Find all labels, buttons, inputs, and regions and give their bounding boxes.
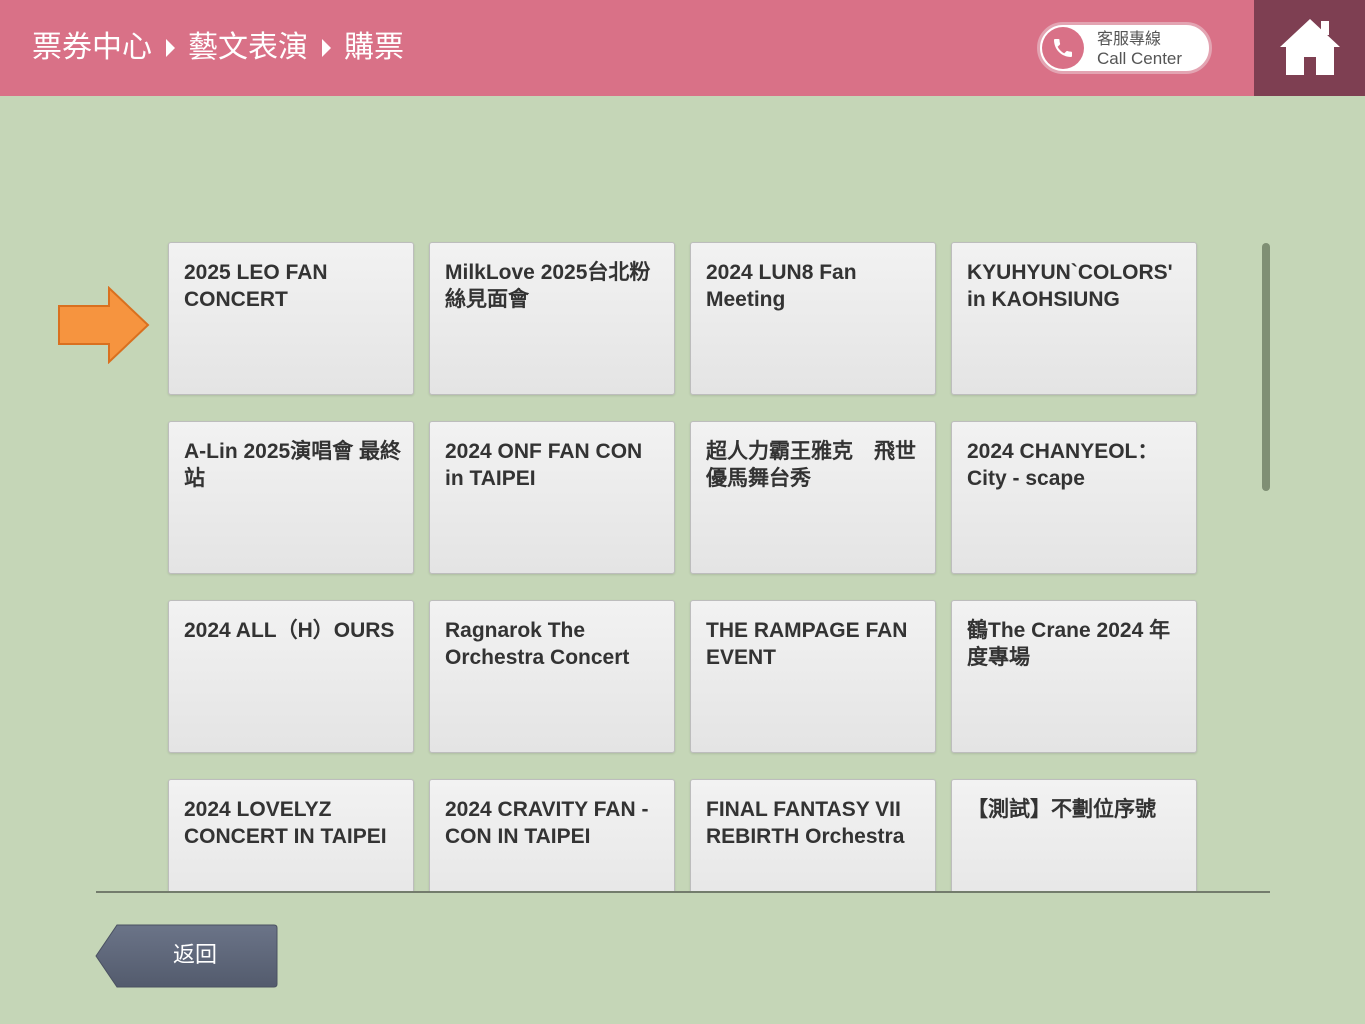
scrollbar[interactable] [1262, 243, 1270, 891]
event-card[interactable]: 2024 CHANYEOL：City - scape [951, 421, 1197, 574]
event-card[interactable]: THE RAMPAGE FAN EVENT [690, 600, 936, 753]
event-card[interactable]: FINAL FANTASY VII REBIRTH Orchestra [690, 779, 936, 891]
event-card-title: FINAL FANTASY VII REBIRTH Orchestra [706, 798, 905, 848]
event-card[interactable]: 【測試】不劃位序號 [951, 779, 1197, 891]
event-card-title: 2024 CHANYEOL：City - scape [967, 440, 1159, 490]
breadcrumb-separator-icon [322, 39, 331, 57]
event-card[interactable]: 2024 ALL（H）OURS [168, 600, 414, 753]
event-card[interactable]: 2024 LOVELYZ CONCERT IN TAIPEI [168, 779, 414, 891]
call-center-label-zh: 客服專線 [1097, 29, 1162, 48]
event-card-title: 2024 ALL（H）OURS [184, 619, 395, 642]
breadcrumb-performances[interactable]: 藝文表演 [188, 28, 308, 68]
scrollbar-thumb[interactable] [1262, 243, 1270, 491]
event-card-title: Ragnarok The Orchestra Concert [445, 619, 630, 669]
event-card[interactable]: MilkLove 2025台北粉絲見面會 [429, 242, 675, 395]
call-center-label-en: Call Center [1097, 49, 1183, 68]
event-card[interactable]: KYUHYUN`COLORS' in KAOHSIUNG [951, 242, 1197, 395]
event-card-title: 【測試】不劃位序號 [967, 798, 1156, 821]
breadcrumb-ticket-center[interactable]: 票券中心 [32, 28, 152, 68]
event-card[interactable]: Ragnarok The Orchestra Concert [429, 600, 675, 753]
event-card-title: A-Lin 2025演唱會 最終站 [184, 440, 402, 490]
divider [96, 891, 1270, 893]
phone-icon [1042, 27, 1084, 69]
event-card-title: KYUHYUN`COLORS' in KAOHSIUNG [967, 261, 1173, 311]
event-card-title: 2024 LUN8 Fan Meeting [706, 261, 857, 311]
event-card-title: 2024 LOVELYZ CONCERT IN TAIPEI [184, 798, 387, 848]
home-button[interactable] [1254, 0, 1365, 96]
event-card[interactable]: 2025 LEO FAN CONCERT [168, 242, 414, 395]
event-card-title: 2024 CRAVITY FAN - CON IN TAIPEI [445, 798, 649, 848]
event-card-title: 鶴The Crane 2024 年度專場 [967, 619, 1171, 669]
breadcrumb-purchase: 購票 [344, 30, 404, 65]
home-icon [1280, 19, 1340, 75]
event-card-title: 2024 ONF FAN CON in TAIPEI [445, 440, 643, 490]
breadcrumb: 票券中心 藝文表演 購票 [32, 28, 404, 68]
event-card[interactable]: 2024 CRAVITY FAN - CON IN TAIPEI [429, 779, 675, 891]
event-card-title: 超人力霸王雅克 飛世優馬舞台秀 [706, 440, 916, 490]
arrow-right-icon [58, 286, 150, 364]
breadcrumb-separator-icon [166, 39, 175, 57]
event-card[interactable]: 2024 ONF FAN CON in TAIPEI [429, 421, 675, 574]
event-card-title: THE RAMPAGE FAN EVENT [706, 619, 908, 669]
screen: 票券中心 藝文表演 購票 客服專線 Call Center 2025 LEO F… [0, 0, 1365, 1024]
call-center-button[interactable]: 客服專線 Call Center [1037, 22, 1212, 74]
event-card[interactable]: 2024 LUN8 Fan Meeting [690, 242, 936, 395]
back-button-label: 返回 [172, 943, 217, 968]
event-card[interactable]: 鶴The Crane 2024 年度專場 [951, 600, 1197, 753]
event-card[interactable]: 超人力霸王雅克 飛世優馬舞台秀 [690, 421, 936, 574]
back-button[interactable]: 返回 [95, 924, 278, 988]
event-card-title: MilkLove 2025台北粉絲見面會 [445, 261, 651, 311]
header-bar: 票券中心 藝文表演 購票 客服專線 Call Center [0, 0, 1254, 96]
event-grid[interactable]: 2025 LEO FAN CONCERT MilkLove 2025台北粉絲見面會… [160, 236, 1210, 891]
event-card-title: 2025 LEO FAN CONCERT [184, 261, 328, 311]
event-card[interactable]: A-Lin 2025演唱會 最終站 [168, 421, 414, 574]
